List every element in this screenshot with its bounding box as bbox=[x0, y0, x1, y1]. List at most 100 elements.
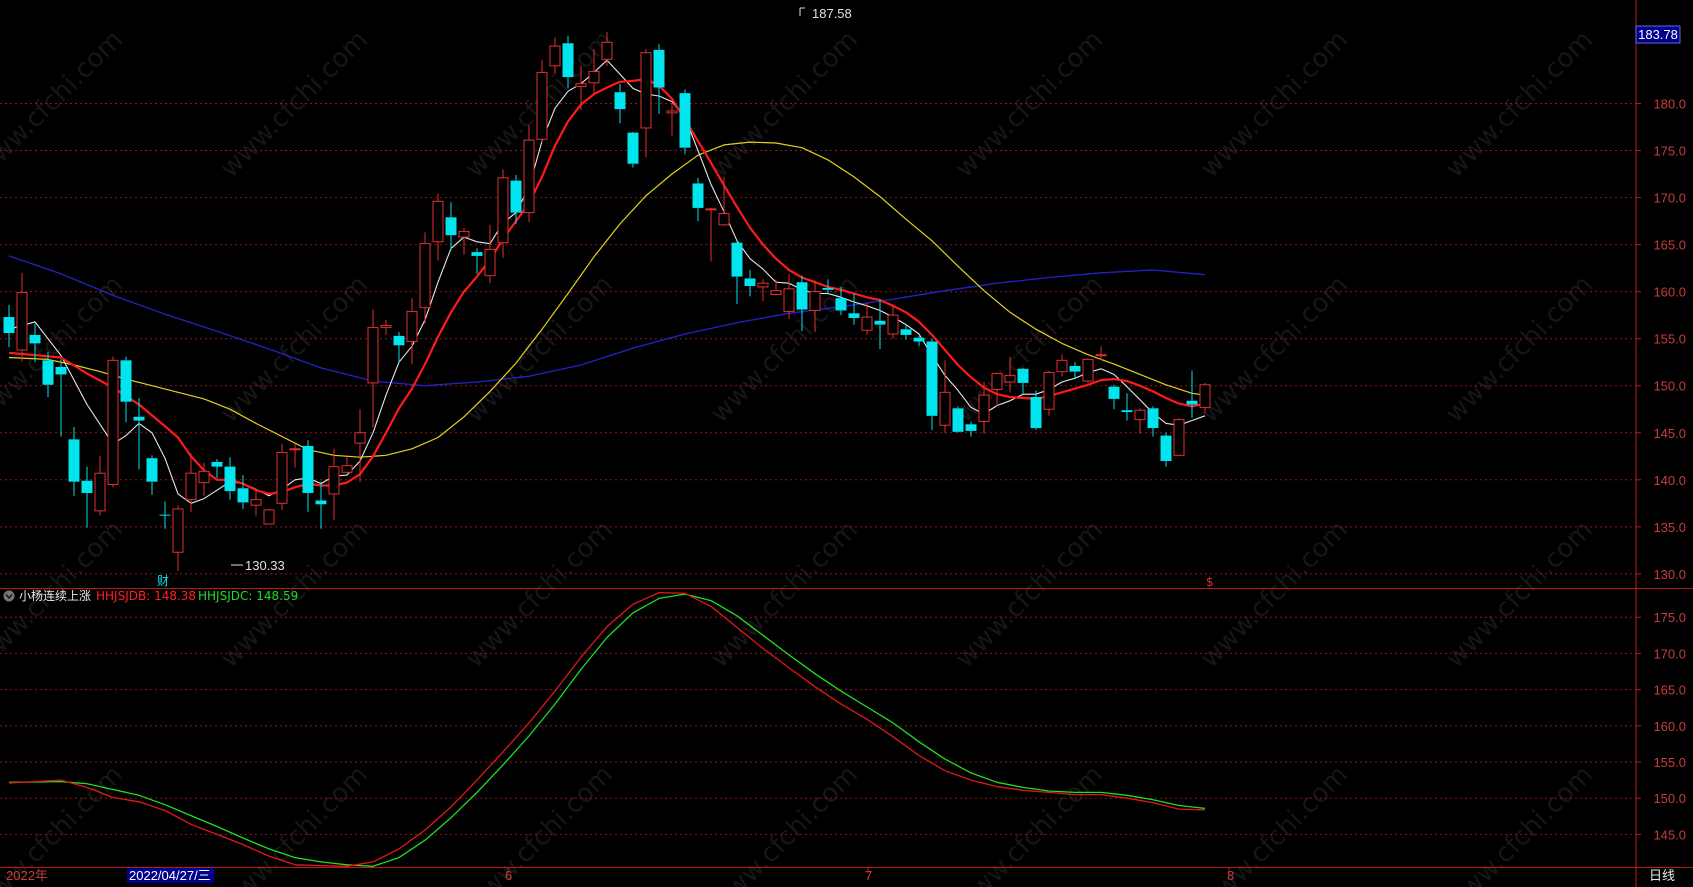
candle-body-down bbox=[1108, 386, 1120, 399]
candle-body-down bbox=[393, 335, 405, 346]
current-price-label: 183.78 bbox=[1638, 27, 1678, 42]
candle-body-down bbox=[81, 480, 93, 493]
candle-body-up bbox=[198, 470, 210, 484]
candle-body-down bbox=[744, 278, 756, 287]
candle-body-up bbox=[1095, 354, 1107, 357]
candlestick[interactable] bbox=[107, 356, 119, 488]
y-tick-label: 135.0 bbox=[1653, 520, 1686, 535]
y-tick-label: 160.0 bbox=[1653, 285, 1686, 300]
candle-body-up bbox=[276, 452, 288, 504]
candle-body-up bbox=[341, 465, 353, 473]
candle-body-down bbox=[653, 49, 665, 88]
earnings-marker[interactable]: 财 bbox=[157, 574, 169, 588]
candle-body-up bbox=[16, 292, 28, 351]
y-tick-label: 150.0 bbox=[1653, 379, 1686, 394]
candle-body-up bbox=[250, 499, 262, 506]
candle-body-down bbox=[796, 282, 808, 310]
candle-body-up bbox=[640, 52, 652, 129]
candlestick[interactable] bbox=[952, 406, 964, 433]
candlestick[interactable] bbox=[536, 60, 548, 143]
candle-body-up bbox=[1199, 384, 1211, 408]
candlestick[interactable] bbox=[1043, 370, 1055, 416]
month-label-7: 7 bbox=[865, 868, 872, 883]
candlestick[interactable] bbox=[627, 131, 639, 168]
y-tick-label: 145.0 bbox=[1653, 827, 1686, 842]
candle-body-up bbox=[1082, 358, 1094, 382]
y-tick-label: 155.0 bbox=[1653, 332, 1686, 347]
candlestick[interactable] bbox=[1173, 417, 1185, 456]
dividend-marker[interactable]: $ bbox=[1206, 575, 1214, 589]
candle-body-down bbox=[510, 180, 522, 213]
y-tick-label: 150.0 bbox=[1653, 791, 1686, 806]
candle-body-down bbox=[1030, 397, 1042, 429]
candle-body-down bbox=[29, 334, 41, 344]
candle-body-down bbox=[679, 93, 691, 148]
candle-body-up bbox=[419, 243, 431, 309]
candle-body-up bbox=[1056, 359, 1068, 373]
candle-body-down bbox=[952, 408, 964, 432]
period-label[interactable]: 日线 bbox=[1649, 868, 1675, 883]
candle-body-down bbox=[146, 458, 158, 482]
stock-chart[interactable]: www.cfchi.com www.cfchi.com www.cfchi.com w… bbox=[0, 0, 1693, 887]
candle-body-down bbox=[237, 488, 249, 503]
candle-body-down bbox=[1069, 365, 1081, 372]
candle-body-down bbox=[614, 92, 626, 110]
y-tick-label: 165.0 bbox=[1653, 683, 1686, 698]
candle-body-down bbox=[211, 461, 223, 467]
candle-body-down bbox=[965, 424, 977, 431]
legend-hhjsjdc: HHJSJDC: 148.59 bbox=[198, 589, 298, 603]
y-tick-label: 160.0 bbox=[1653, 719, 1686, 734]
candle-body-down bbox=[224, 466, 236, 492]
candle-body-up bbox=[939, 391, 951, 426]
y-tick-label: 175.0 bbox=[1653, 144, 1686, 159]
candle-body-down bbox=[120, 360, 132, 402]
candle-body-down bbox=[159, 514, 171, 516]
candle-body-down bbox=[926, 341, 938, 416]
candle-body-up bbox=[1173, 419, 1185, 456]
cursor-date-label: 2022/04/27/三 bbox=[129, 868, 211, 883]
candle-body-up bbox=[172, 508, 184, 553]
year-label: 2022年 bbox=[6, 868, 48, 883]
y-tick-label: 130.0 bbox=[1653, 567, 1686, 582]
candle-body-up bbox=[458, 230, 470, 238]
candle-body-up bbox=[94, 472, 106, 512]
legend-hhjsjdb: HHJSJDB: 148.38 bbox=[96, 589, 196, 603]
candle-body-down bbox=[42, 360, 54, 385]
candle-body-up bbox=[432, 200, 444, 243]
candle-body-up bbox=[978, 394, 990, 422]
candle-body-up bbox=[367, 326, 379, 384]
indicator-legend[interactable]: 小杨连续上涨 HHJSJDB: 148.38 HHJSJDC: 148.59 bbox=[3, 588, 299, 603]
candle-body-down bbox=[848, 313, 860, 318]
candle-body-up bbox=[354, 432, 366, 444]
candle-body-down bbox=[1121, 410, 1133, 413]
candle-body-down bbox=[445, 217, 457, 236]
candle-body-up bbox=[185, 472, 197, 501]
candlestick[interactable] bbox=[276, 444, 288, 510]
candle-body-up bbox=[406, 310, 418, 343]
candle-body-up bbox=[263, 509, 275, 525]
candle-body-up bbox=[497, 177, 509, 244]
candle-body-up bbox=[484, 248, 496, 277]
candlestick[interactable] bbox=[263, 508, 275, 525]
candle-body-up bbox=[666, 110, 678, 114]
candle-body-up bbox=[601, 41, 613, 60]
candle-body-up bbox=[523, 139, 535, 214]
candle-body-down bbox=[471, 252, 483, 256]
candle-body-up bbox=[718, 213, 730, 226]
candle-body-up bbox=[549, 45, 561, 67]
candle-body-up bbox=[289, 448, 301, 451]
candle-body-up bbox=[107, 359, 119, 486]
candle-body-up bbox=[575, 83, 587, 88]
candle-body-down bbox=[1160, 435, 1172, 461]
candlestick[interactable] bbox=[1082, 358, 1094, 383]
candle-body-up bbox=[588, 71, 600, 84]
candle-body-up bbox=[783, 288, 795, 312]
y-tick-label: 170.0 bbox=[1653, 191, 1686, 206]
candlestick[interactable] bbox=[679, 89, 691, 155]
candle-body-down bbox=[315, 500, 327, 505]
candle-body-down bbox=[1186, 400, 1198, 405]
candle-body-down bbox=[1147, 408, 1159, 429]
candle-body-down bbox=[302, 445, 314, 493]
candle-body-down bbox=[822, 287, 834, 290]
indicator-menu-icon[interactable] bbox=[3, 590, 15, 602]
